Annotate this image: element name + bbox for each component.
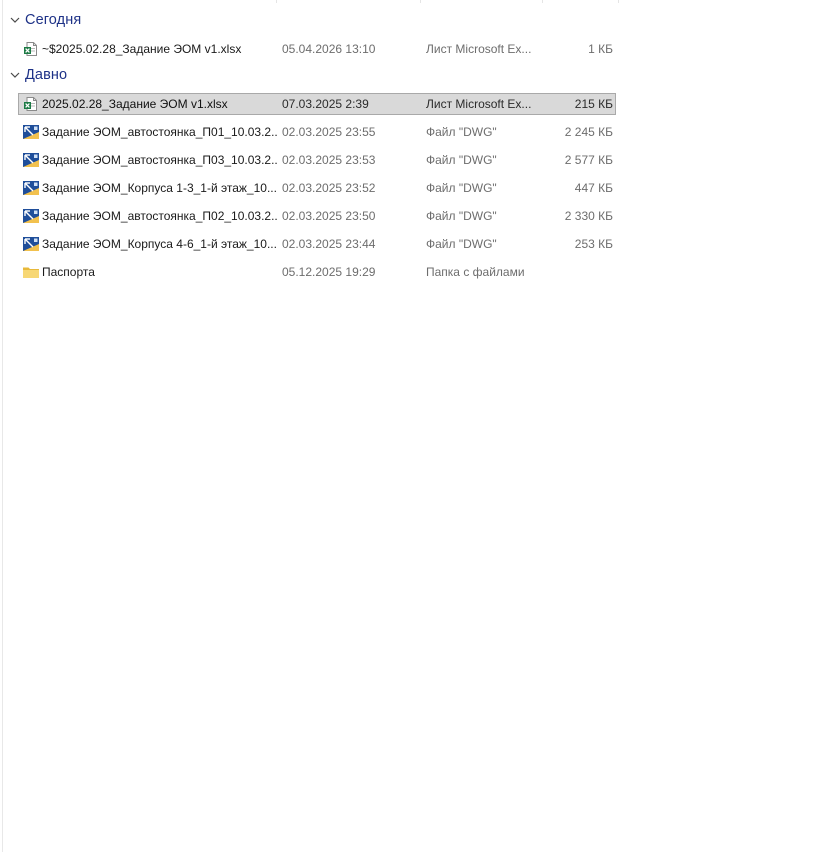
dwg-file-icon <box>22 122 40 142</box>
file-row[interactable]: Задание ЭОМ_автостоянка_П01_10.03.2... 02… <box>18 121 616 143</box>
file-type: Файл "DWG" <box>426 153 497 167</box>
excel-file-icon <box>22 39 40 59</box>
folder-icon <box>22 262 40 282</box>
file-name: ~$2025.02.28_Задание ЭОМ v1.xlsx <box>42 42 242 56</box>
file-row[interactable]: Задание ЭОМ_автостоянка_П02_10.03.2... 02… <box>18 205 616 227</box>
file-name: 2025.02.28_Задание ЭОМ v1.xlsx <box>42 97 228 111</box>
file-name: Задание ЭОМ_автостоянка_П03_10.03.2... <box>42 153 277 167</box>
chevron-down-icon[interactable] <box>8 68 22 82</box>
file-row[interactable]: ~$2025.02.28_Задание ЭОМ v1.xlsx 05.04.20… <box>18 38 616 60</box>
dwg-file-icon <box>22 150 40 170</box>
group-title: Давно <box>25 67 68 83</box>
file-size: 253 КБ <box>574 237 613 251</box>
dwg-file-icon <box>22 206 40 226</box>
file-date-modified: 02.03.2025 23:44 <box>282 237 376 251</box>
file-size: 215 КБ <box>574 97 613 111</box>
dwg-file-icon <box>22 234 40 254</box>
column-divider[interactable] <box>420 0 421 3</box>
column-header-dividers <box>0 0 815 3</box>
file-size: 447 КБ <box>574 181 613 195</box>
file-type: Файл "DWG" <box>426 125 497 139</box>
file-type: Папка с файлами <box>426 265 525 279</box>
file-row[interactable]: Паспорта 05.12.2025 19:29 Папка с файлами <box>18 261 616 283</box>
file-type: Файл "DWG" <box>426 209 497 223</box>
dwg-file-icon <box>22 178 40 198</box>
file-date-modified: 02.03.2025 23:53 <box>282 153 376 167</box>
file-name: Задание ЭОМ_Корпуса 1-3_1-й этаж_10... <box>42 181 277 195</box>
group-title: Сегодня <box>25 12 82 28</box>
file-type: Файл "DWG" <box>426 237 497 251</box>
group-header[interactable]: Давно <box>8 64 67 86</box>
file-row[interactable]: Задание ЭОМ_Корпуса 4-6_1-й этаж_10... 02… <box>18 233 616 255</box>
file-size: 2 245 КБ <box>564 125 613 139</box>
file-row[interactable]: Задание ЭОМ_Корпуса 1-3_1-й этаж_10... 02… <box>18 177 616 199</box>
file-name: Задание ЭОМ_автостоянка_П01_10.03.2... <box>42 125 277 139</box>
file-type: Лист Microsoft Ex... <box>426 97 532 111</box>
pane-left-border <box>2 0 3 852</box>
column-divider[interactable] <box>618 0 619 3</box>
file-date-modified: 02.03.2025 23:50 <box>282 209 376 223</box>
file-name: Задание ЭОМ_Корпуса 4-6_1-й этаж_10... <box>42 237 277 251</box>
file-list-pane: Сегодня ~$2025.02.28_Задание ЭОМ v1.xlsx 0… <box>0 0 815 852</box>
column-divider[interactable] <box>276 0 277 3</box>
excel-file-icon <box>22 94 40 114</box>
file-type: Файл "DWG" <box>426 181 497 195</box>
file-name: Задание ЭОМ_автостоянка_П02_10.03.2... <box>42 209 277 223</box>
file-size: 2 577 КБ <box>564 153 613 167</box>
column-divider[interactable] <box>542 0 543 3</box>
file-date-modified: 02.03.2025 23:52 <box>282 181 376 195</box>
file-size <box>539 262 613 282</box>
file-date-modified: 05.12.2025 19:29 <box>282 265 376 279</box>
chevron-down-icon[interactable] <box>8 13 22 27</box>
file-name: Паспорта <box>42 265 95 279</box>
group-header[interactable]: Сегодня <box>8 9 81 31</box>
file-row[interactable]: Задание ЭОМ_автостоянка_П03_10.03.2... 02… <box>18 149 616 171</box>
file-row[interactable]: 2025.02.28_Задание ЭОМ v1.xlsx 07.03.2025… <box>18 93 616 115</box>
file-size: 1 КБ <box>588 42 613 56</box>
file-date-modified: 07.03.2025 2:39 <box>282 97 369 111</box>
file-date-modified: 05.04.2026 13:10 <box>282 42 376 56</box>
file-date-modified: 02.03.2025 23:55 <box>282 125 376 139</box>
file-type: Лист Microsoft Ex... <box>426 42 532 56</box>
file-size: 2 330 КБ <box>564 209 613 223</box>
